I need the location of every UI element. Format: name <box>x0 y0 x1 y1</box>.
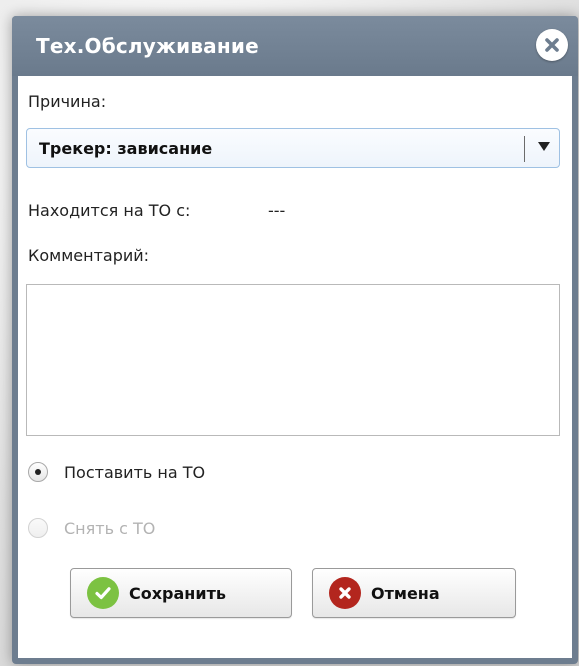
radio-label-set-maintenance: Поставить на ТО <box>64 462 206 482</box>
reason-select[interactable]: Трекер: зависание <box>26 128 560 168</box>
dialog-title: Тех.Обслуживание <box>36 34 259 58</box>
close-icon <box>545 38 559 52</box>
since-value: --- <box>268 201 286 220</box>
save-button[interactable]: Сохранить <box>70 568 292 618</box>
cancel-button-label: Отмена <box>371 583 440 603</box>
radio-button-selected[interactable] <box>28 462 48 482</box>
comment-label: Комментарий: <box>28 246 150 265</box>
cancel-button[interactable]: Отмена <box>312 568 516 618</box>
radio-remove-maintenance[interactable]: Снять с ТО <box>28 518 155 538</box>
select-separator <box>524 136 525 162</box>
save-button-label: Сохранить <box>129 583 226 603</box>
close-button[interactable] <box>536 29 568 61</box>
chevron-down-icon[interactable] <box>538 142 550 151</box>
radio-button-disabled[interactable] <box>28 518 48 538</box>
dialog-title-bar[interactable]: Тех.Обслуживание <box>12 16 578 76</box>
since-label: Находится на ТО с: <box>28 201 191 220</box>
maintenance-dialog: Тех.Обслуживание Причина: Трекер: зависа… <box>12 16 578 664</box>
radio-set-maintenance[interactable]: Поставить на ТО <box>28 462 205 482</box>
reason-label: Причина: <box>28 92 107 111</box>
radio-label-remove-maintenance: Снять с ТО <box>64 518 156 538</box>
x-circle-icon <box>329 577 361 609</box>
check-icon <box>87 577 119 609</box>
dialog-content: Причина: Трекер: зависание Находится на … <box>18 76 572 658</box>
comment-textarea[interactable] <box>26 284 560 436</box>
radio-dot <box>35 469 41 475</box>
reason-selected-value: Трекер: зависание <box>39 139 213 158</box>
